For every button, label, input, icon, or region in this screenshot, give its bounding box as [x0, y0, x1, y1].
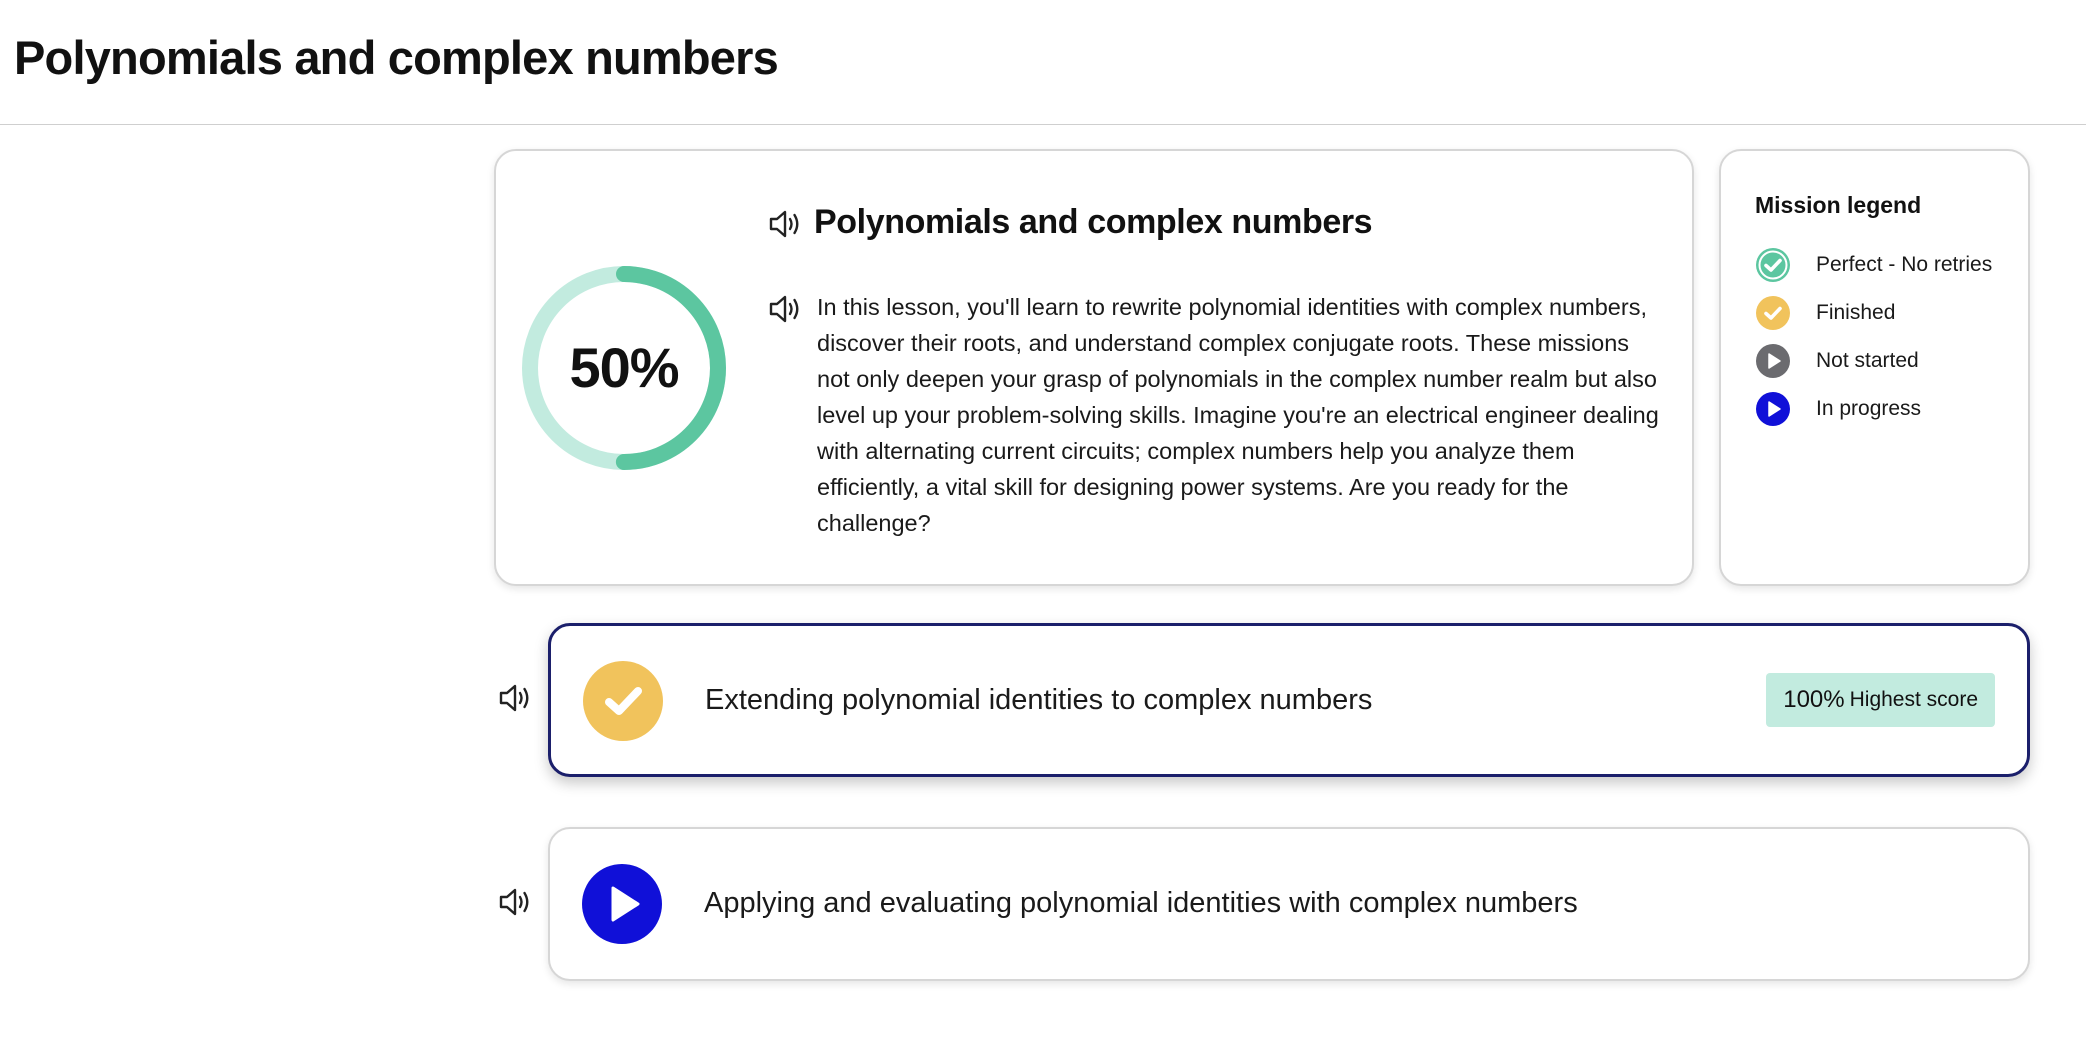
legend-label: Finished	[1816, 301, 1896, 324]
mission-row: Extending polynomial identities to compl…	[494, 623, 2030, 777]
mission-title: Extending polynomial identities to compl…	[705, 684, 1373, 716]
in-progress-play-icon	[1756, 392, 1790, 426]
score-value: 100%	[1783, 686, 1845, 713]
mission-title: Applying and evaluating polynomial ident…	[704, 887, 1578, 919]
legend-item-perfect: Perfect - No retries	[1755, 247, 2015, 283]
mission-card-extending-identities[interactable]: Extending polynomial identities to compl…	[548, 623, 2030, 777]
highest-score-badge: 100% Highest score	[1766, 673, 1995, 727]
progress-ring: 50%	[520, 264, 728, 472]
speaker-icon[interactable]	[498, 887, 532, 917]
legend-item-finished: Finished	[1755, 295, 2015, 331]
finished-check-icon	[583, 661, 663, 741]
score-label: Highest score	[1849, 688, 1978, 711]
mission-row: Applying and evaluating polynomial ident…	[494, 827, 2030, 981]
not-started-play-icon	[1756, 344, 1790, 378]
speaker-icon[interactable]	[498, 683, 532, 713]
lesson-summary-card: 50% Polynomials and complex numbers In t…	[494, 149, 1694, 586]
progress-percent: 50%	[569, 336, 679, 399]
legend-label: Not started	[1816, 349, 1919, 372]
lesson-description: In this lesson, you'll learn to rewrite …	[817, 294, 1659, 536]
legend-item-in-progress: In progress	[1755, 391, 2015, 427]
legend-item-not-started: Not started	[1755, 343, 2015, 379]
page-title: Polynomials and complex numbers	[14, 31, 779, 84]
perfect-check-icon	[1756, 248, 1790, 282]
legend-label: In progress	[1816, 397, 1922, 420]
page-header: Polynomials and complex numbers	[0, 0, 2086, 125]
speaker-icon[interactable]	[768, 209, 802, 239]
legend-label: Perfect - No retries	[1816, 253, 1993, 276]
mission-card-applying-identities[interactable]: Applying and evaluating polynomial ident…	[548, 827, 2030, 981]
lesson-title: Polynomials and complex numbers	[814, 203, 1373, 241]
legend-title: Mission legend	[1755, 192, 1922, 218]
speaker-icon[interactable]	[768, 294, 802, 324]
mission-legend-card: Mission legend Perfect - No retries Fini…	[1719, 149, 2030, 586]
finished-check-icon	[1756, 296, 1790, 330]
in-progress-play-icon	[582, 864, 662, 944]
